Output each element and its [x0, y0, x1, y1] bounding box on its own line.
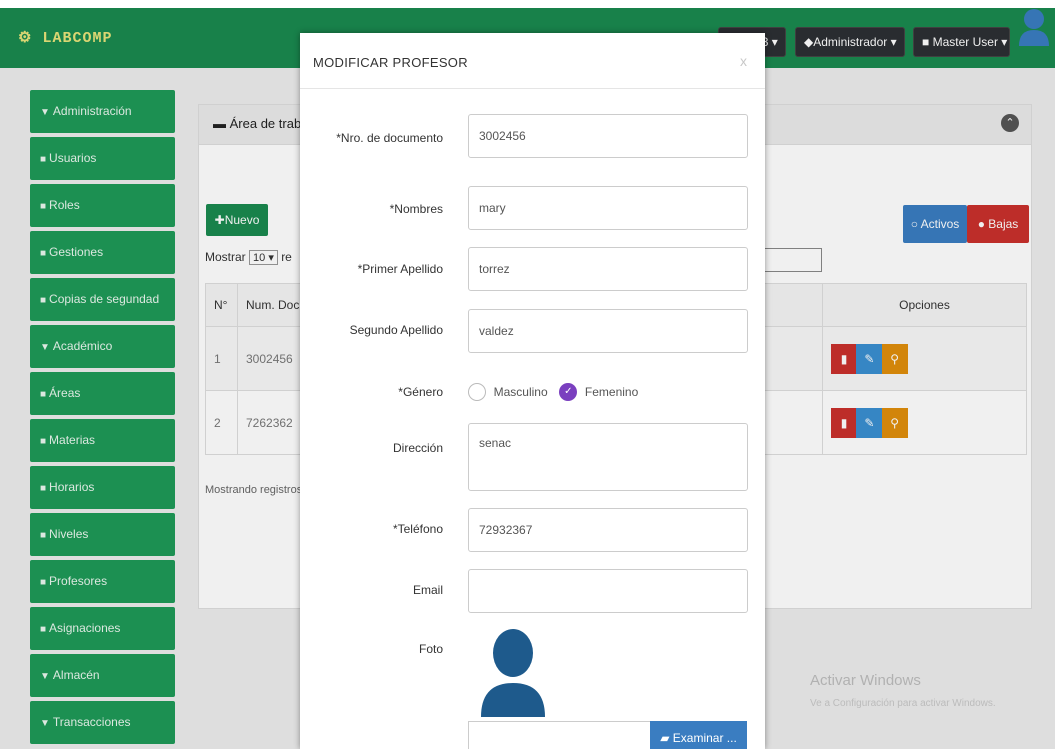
nombres-field[interactable]: mary: [468, 186, 748, 230]
primer-apellido-label: *Primer Apellido: [357, 262, 443, 276]
top-strip: [0, 0, 1055, 8]
direccion-value: senac: [479, 436, 512, 450]
email-label: Email: [412, 583, 443, 597]
examinar-label: Examinar ...: [672, 731, 737, 745]
profile-photo-placeholder: [481, 629, 545, 717]
foto-label: Foto: [418, 642, 443, 656]
telefono-label: *Teléfono: [392, 522, 443, 536]
doc-field[interactable]: 3002456: [468, 114, 748, 158]
direccion-textarea[interactable]: senac: [468, 423, 748, 491]
genero-radio-group: Masculino ✓ Femenino: [468, 383, 646, 401]
masculino-radio[interactable]: [468, 383, 486, 401]
modal-title: MODIFICAR PROFESOR: [313, 55, 468, 70]
genero-label: *Género: [398, 385, 443, 399]
segundo-apellido-label: Segundo Apellido: [349, 323, 443, 337]
modal-header: MODIFICAR PROFESOR: [300, 33, 765, 89]
edit-professor-modal: MODIFICAR PROFESOR x *Nro. de documento …: [300, 33, 765, 749]
primer-apellido-field[interactable]: torrez: [468, 247, 748, 291]
direccion-label: Dirección: [392, 441, 443, 455]
femenino-radio[interactable]: ✓: [559, 383, 578, 401]
doc-label: *Nro. de documento: [336, 131, 443, 145]
close-icon[interactable]: x: [740, 53, 747, 69]
masculino-label: Masculino: [493, 385, 548, 399]
femenino-label: Femenino: [584, 385, 639, 399]
file-path-input[interactable]: [468, 721, 650, 749]
folder-icon: ▰: [660, 731, 670, 745]
nombres-label: *Nombres: [389, 202, 443, 216]
telefono-field[interactable]: 72932367: [468, 508, 748, 552]
segundo-apellido-field[interactable]: valdez: [468, 309, 748, 353]
examinar-button[interactable]: ▰ Examinar ...: [650, 721, 747, 749]
email-field[interactable]: [468, 569, 748, 613]
